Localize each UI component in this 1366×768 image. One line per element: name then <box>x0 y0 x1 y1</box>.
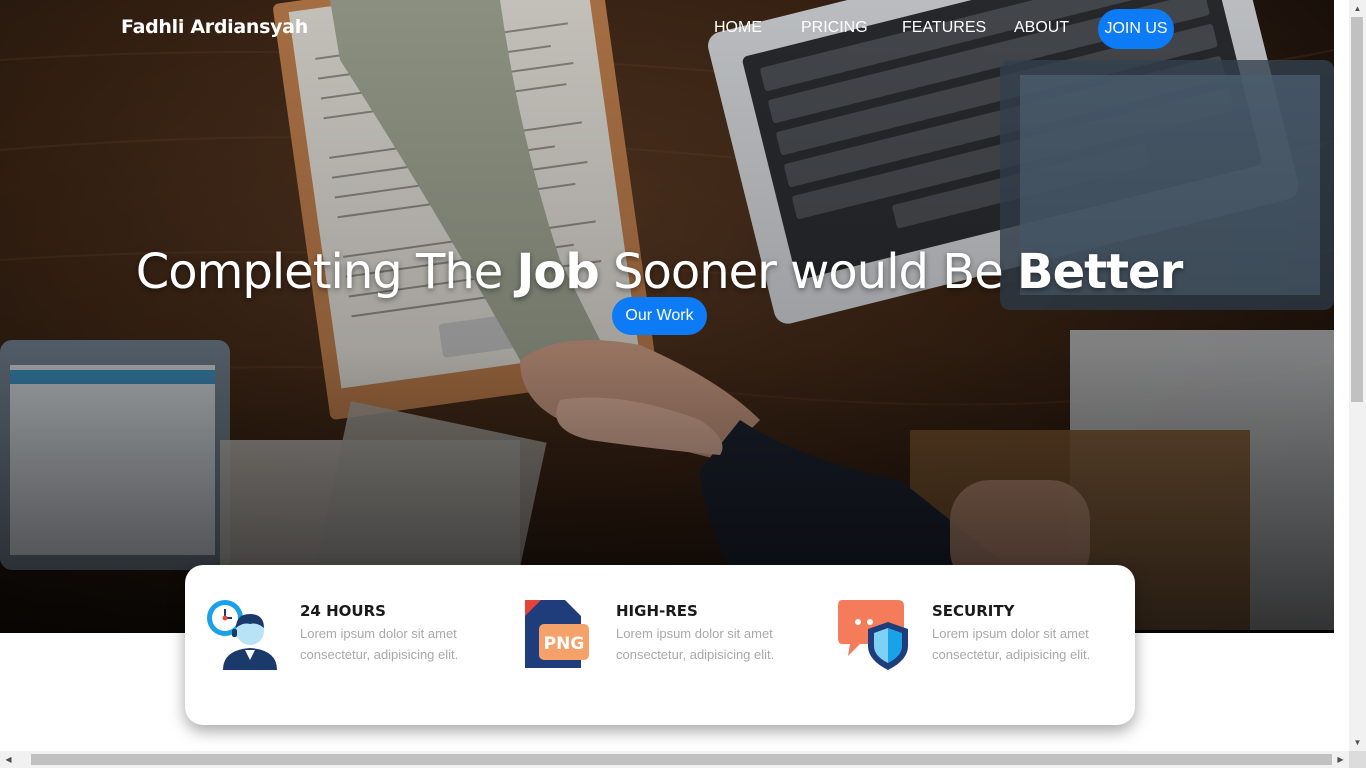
features-card: 24 HOURS Lorem ipsum dolor sit amet cons… <box>185 565 1135 725</box>
scroll-down-arrow-icon[interactable]: ▼ <box>1349 734 1366 751</box>
nav-about[interactable]: ABOUT <box>1014 19 1069 37</box>
headline-emphasis-job: Job <box>516 244 600 301</box>
page: Fadhli Ardiansyah HOME PRICING FEATURES … <box>0 0 1349 751</box>
feature-description: Lorem ipsum dolor sit amet consectetur, … <box>932 626 1091 662</box>
feature-description: Lorem ipsum dolor sit amet consectetur, … <box>616 626 775 662</box>
headline-part-3: Sooner would Be <box>598 244 1017 301</box>
scrollbar-corner <box>1349 751 1366 768</box>
hero-headline: Completing The Job Sooner would Be Bette… <box>0 244 1318 300</box>
feature-high-res: PNG HIGH-RES Lorem ipsum dolor sit amet … <box>523 565 813 725</box>
our-work-button[interactable]: Our Work <box>612 297 707 335</box>
feature-24-hours: 24 HOURS Lorem ipsum dolor sit amet cons… <box>205 565 495 725</box>
scroll-right-arrow-icon[interactable]: ▶ <box>1332 751 1349 768</box>
feature-description: Lorem ipsum dolor sit amet consectetur, … <box>300 626 459 662</box>
horizontal-scroll-thumb[interactable] <box>31 754 1332 765</box>
feature-title: 24 HOURS <box>300 602 386 620</box>
nav-pricing[interactable]: PRICING <box>801 19 868 37</box>
headline-part-1: Completing The <box>135 244 517 301</box>
vertical-scroll-thumb[interactable] <box>1351 17 1363 402</box>
vertical-scrollbar[interactable]: ▲ ▼ <box>1349 0 1366 751</box>
headline-emphasis-better: Better <box>1016 244 1183 301</box>
png-file-icon: PNG <box>525 600 589 668</box>
join-us-button[interactable]: JOIN US <box>1098 9 1174 49</box>
clock-support-agent-icon <box>207 600 277 670</box>
png-badge-text: PNG <box>544 634 585 654</box>
feature-title: HIGH-RES <box>616 602 698 620</box>
feature-title: SECURITY <box>932 602 1015 620</box>
scroll-left-arrow-icon[interactable]: ◀ <box>0 751 17 768</box>
brand-logo[interactable]: Fadhli Ardiansyah <box>121 16 308 38</box>
hero-section: Fadhli Ardiansyah HOME PRICING FEATURES … <box>0 0 1334 633</box>
scroll-up-arrow-icon[interactable]: ▲ <box>1349 0 1366 17</box>
chat-shield-icon <box>838 600 908 670</box>
nav-home[interactable]: HOME <box>714 19 762 37</box>
feature-security: SECURITY Lorem ipsum dolor sit amet cons… <box>838 565 1128 725</box>
horizontal-scrollbar[interactable]: ◀ ▶ <box>0 751 1349 768</box>
nav-features[interactable]: FEATURES <box>902 19 986 37</box>
